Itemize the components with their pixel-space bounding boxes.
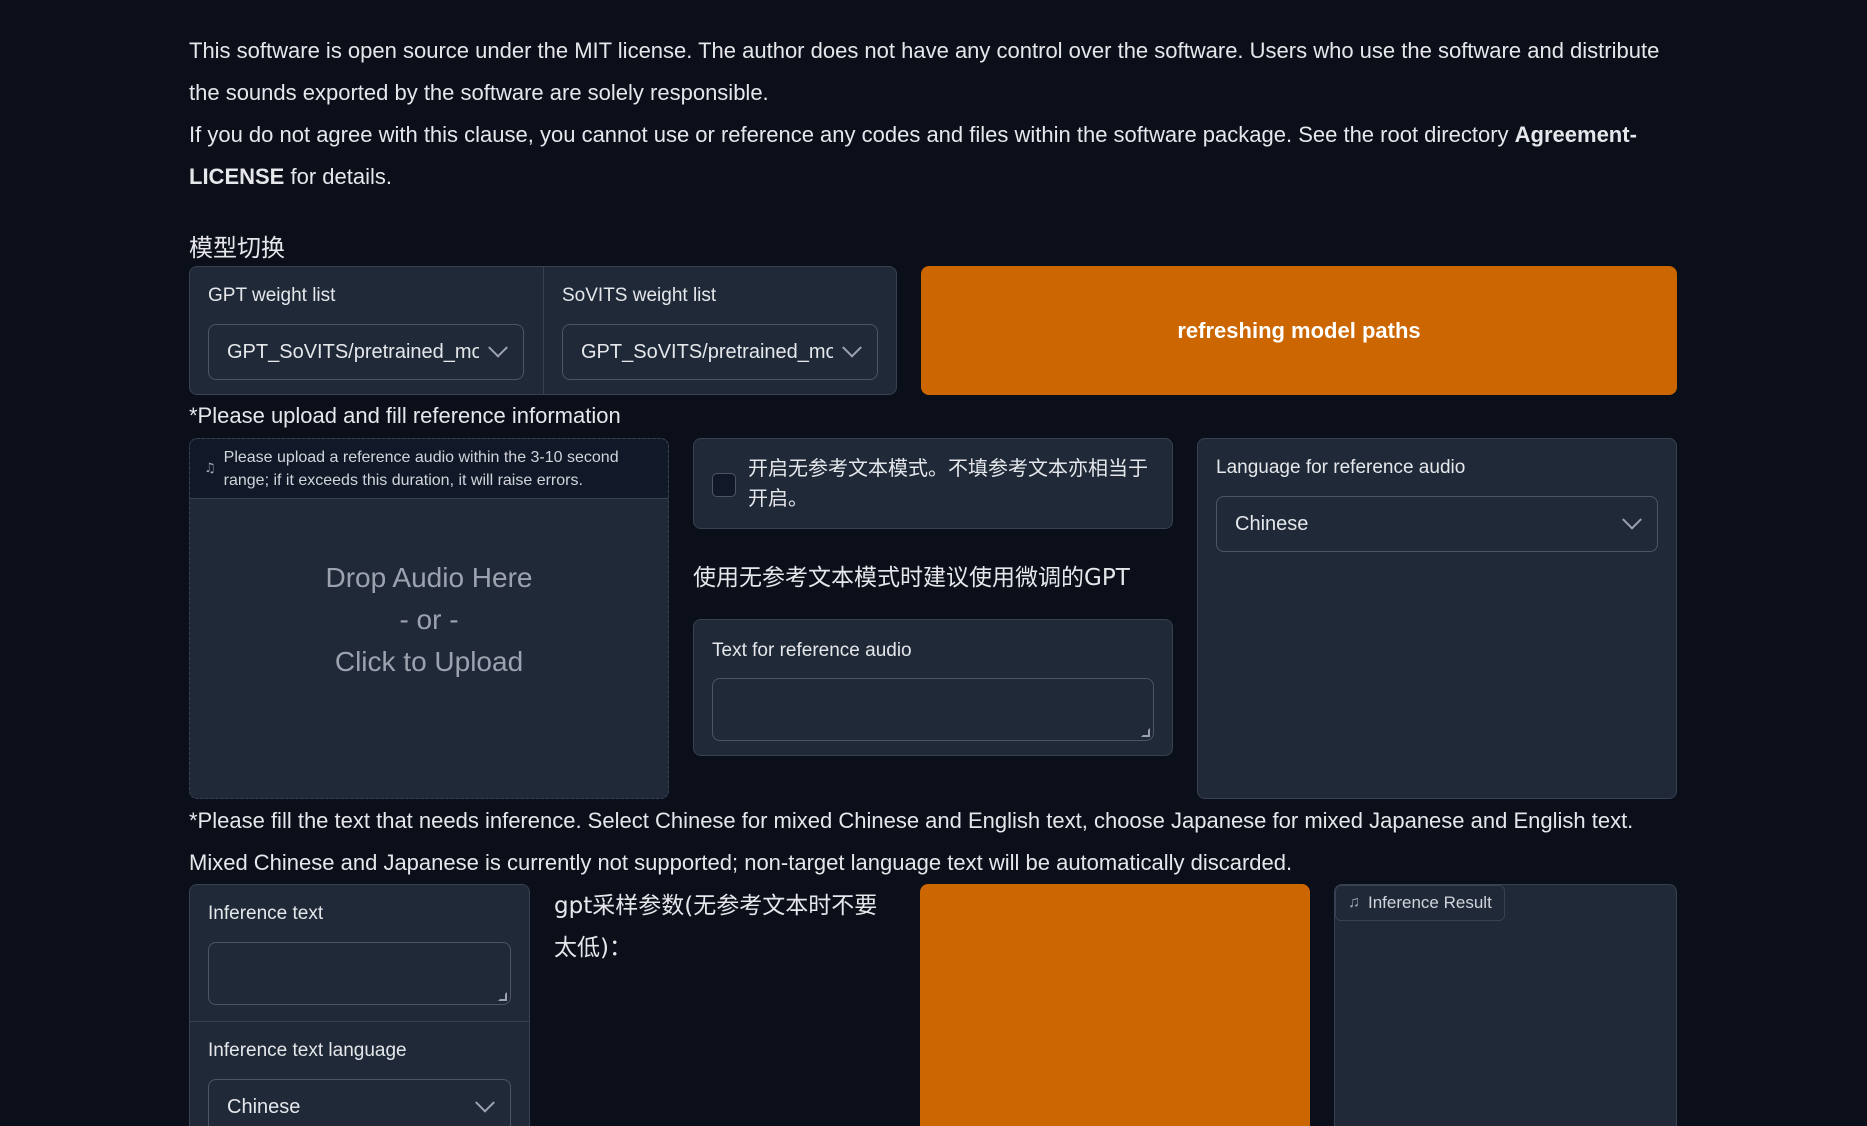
audio-hint-text: Please upload a reference audio within t…: [223, 448, 619, 489]
gpt-weight-dropdown[interactable]: GPT_SoVITS/pretrained_models: [208, 324, 524, 380]
gpt-weight-value: GPT_SoVITS/pretrained_models: [227, 340, 479, 363]
drop-line-1: Drop Audio Here: [325, 562, 533, 593]
no-ref-mode-checkbox[interactable]: [712, 473, 736, 497]
chevron-down-icon: [1622, 509, 1642, 530]
inference-action-button[interactable]: [920, 884, 1310, 1126]
no-ref-mode-panel: 开启无参考文本模式。不填参考文本亦相当于开启。: [693, 438, 1173, 529]
license-line-1: This software is open source under the M…: [189, 38, 1660, 105]
inference-instructions: *Please fill the text that needs inferen…: [189, 800, 1679, 884]
inference-text-panel: Inference text Inference text language C…: [189, 884, 530, 1126]
license-line-2-text: If you do not agree with this clause, yo…: [189, 122, 1515, 147]
reference-language-panel: Language for reference audio Chinese: [1197, 438, 1677, 799]
reference-audio-upload[interactable]: ♫ Please upload a reference audio within…: [189, 438, 669, 799]
sovits-weight-label: SoVITS weight list: [562, 285, 717, 306]
gpt-params-label: gpt采样参数(无参考文本时不要太低)：: [554, 893, 878, 961]
inference-language-value: Chinese: [227, 1095, 301, 1118]
no-ref-mode-label[interactable]: 开启无参考文本模式。不填参考文本亦相当于开启。: [748, 453, 1158, 513]
resize-grip-icon[interactable]: [1141, 728, 1150, 737]
reference-section-title: *Please upload and fill reference inform…: [189, 403, 621, 428]
inference-result-label: Inference Result: [1368, 893, 1492, 912]
inference-text-label: Inference text: [208, 903, 324, 924]
reference-language-dropdown[interactable]: Chinese: [1216, 496, 1658, 552]
model-switch-title: 模型切换: [189, 234, 285, 262]
reference-text-panel: Text for reference audio: [693, 619, 1173, 756]
license-line-2-end: for details.: [284, 164, 392, 189]
license-line-2: If you do not agree with this clause, yo…: [189, 114, 1679, 198]
gpt-weight-label: GPT weight list: [208, 285, 336, 306]
drop-line-2: - or -: [399, 604, 459, 635]
inference-result-tag: ♫ Inference Result: [1335, 885, 1505, 921]
chevron-down-icon: [488, 337, 508, 358]
music-note-icon: ♫: [1348, 894, 1360, 911]
sovits-weight-value: GPT_SoVITS/pretrained_models: [581, 340, 833, 363]
reference-language-value: Chinese: [1235, 512, 1309, 535]
music-note-icon: ♫: [204, 461, 216, 476]
reference-text-label: Text for reference audio: [712, 640, 912, 661]
audio-hint-bar: ♫ Please upload a reference audio within…: [190, 439, 668, 499]
panel-divider: [543, 267, 544, 394]
inference-language-label: Inference text language: [208, 1040, 407, 1061]
inference-language-dropdown[interactable]: Chinese: [208, 1079, 511, 1126]
no-ref-tip: 使用无参考文本模式时建议使用微调的GPT: [693, 565, 1130, 591]
weight-list-panel: GPT weight list GPT_SoVITS/pretrained_mo…: [189, 266, 897, 395]
license-notice: This software is open source under the M…: [189, 30, 1679, 198]
inference-instructions-line-1: *Please fill the text that needs inferen…: [189, 808, 1634, 833]
chevron-down-icon: [842, 337, 862, 358]
chevron-down-icon: [475, 1092, 495, 1113]
inference-instructions-line-2: Mixed Chinese and Japanese is currently …: [189, 850, 1293, 875]
app-page: This software is open source under the M…: [0, 0, 1867, 1126]
resize-grip-icon[interactable]: [498, 992, 507, 1001]
sovits-weight-dropdown[interactable]: GPT_SoVITS/pretrained_models: [562, 324, 878, 380]
inference-result-panel: ♫ Inference Result: [1334, 884, 1677, 1126]
drop-zone-text: Drop Audio Here - or - Click to Upload: [190, 557, 668, 683]
drop-line-3: Click to Upload: [334, 646, 524, 677]
panel-divider: [190, 1021, 529, 1022]
reference-text-input[interactable]: [712, 678, 1154, 741]
reference-language-label: Language for reference audio: [1216, 457, 1466, 478]
refresh-model-paths-button[interactable]: refreshing model paths: [921, 266, 1677, 395]
inference-text-input[interactable]: [208, 942, 511, 1005]
